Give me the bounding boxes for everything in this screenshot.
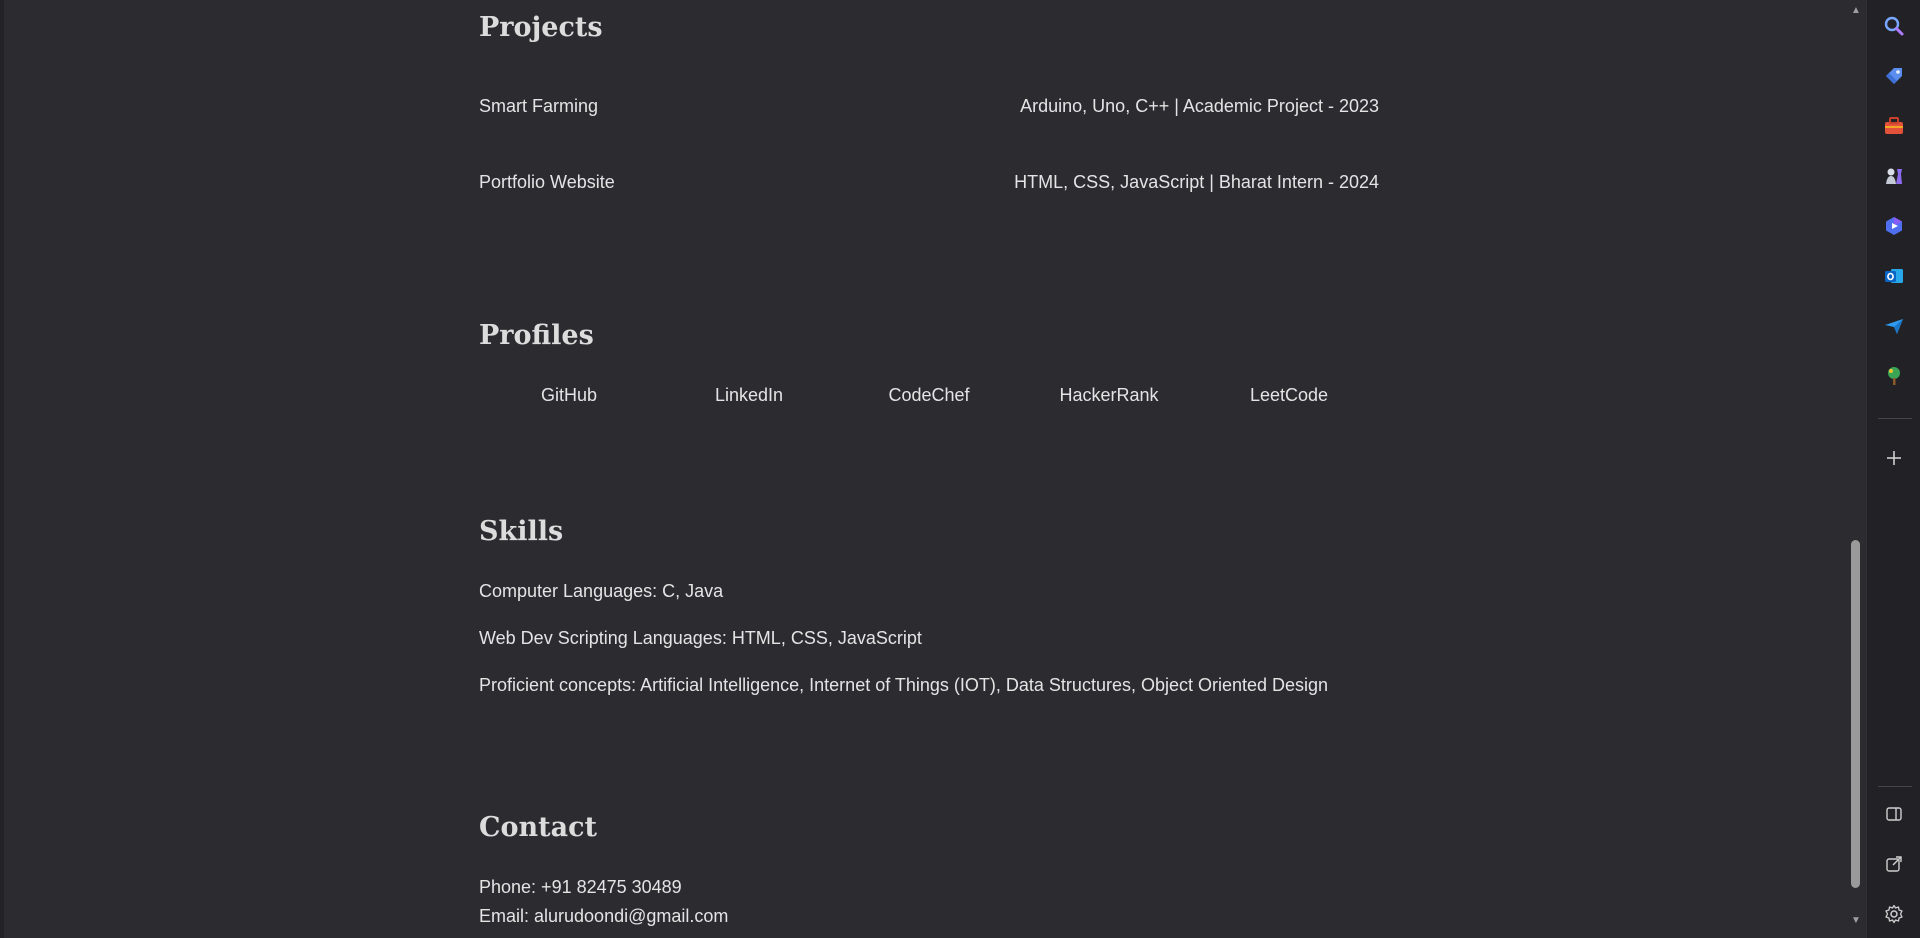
- profiles-heading: Profiles: [479, 320, 594, 351]
- project-details: Arduino, Uno, C++ | Academic Project - 2…: [1020, 96, 1379, 116]
- outlook-icon[interactable]: [1882, 264, 1906, 288]
- codechef-link[interactable]: CodeChef: [869, 385, 989, 406]
- contact-email[interactable]: Email: alurudoondi@gmail.com: [479, 906, 728, 927]
- page-content-area: Projects Smart Farming Arduino, Uno, C++…: [0, 0, 1846, 938]
- search-icon[interactable]: [1882, 14, 1906, 38]
- sidebar-divider: [1878, 786, 1912, 787]
- external-link-icon[interactable]: [1882, 852, 1906, 876]
- github-link[interactable]: GitHub: [509, 385, 629, 406]
- leetcode-link[interactable]: LeetCode: [1229, 385, 1349, 406]
- add-icon[interactable]: [1882, 446, 1906, 470]
- linkedin-link[interactable]: LinkedIn: [689, 385, 809, 406]
- project-row-smart-farming: Smart Farming Arduino, Uno, C++ | Academ…: [479, 96, 1379, 117]
- tools-briefcase-icon[interactable]: [1882, 114, 1906, 138]
- contact-phone: Phone: +91 82475 30489: [479, 877, 682, 897]
- hackerrank-link[interactable]: HackerRank: [1049, 385, 1169, 406]
- project-name: Smart Farming: [479, 96, 599, 116]
- sidebar-divider: [1878, 418, 1912, 419]
- skill-line: Computer Languages: C, Java: [479, 581, 724, 601]
- skill-line: Web Dev Scripting Languages: HTML, CSS, …: [479, 628, 922, 648]
- chess-games-icon[interactable]: [1882, 164, 1906, 188]
- project-row-portfolio-website: Portfolio Website HTML, CSS, JavaScript …: [479, 172, 1379, 193]
- skill-line: Proficient concepts: Artificial Intellig…: [479, 675, 1329, 695]
- skills-heading: Skills: [479, 516, 564, 547]
- send-drop-icon[interactable]: [1882, 314, 1906, 338]
- projects-heading: Projects: [479, 12, 603, 43]
- scroll-down-arrow-icon[interactable]: ▼: [1850, 915, 1862, 927]
- project-name: Portfolio Website: [479, 172, 615, 192]
- split-screen-icon[interactable]: [1882, 802, 1906, 826]
- profile-links: GitHub LinkedIn CodeChef HackerRank Leet…: [479, 385, 1379, 409]
- copilot-icon[interactable]: [1882, 214, 1906, 238]
- settings-gear-icon[interactable]: [1882, 902, 1906, 926]
- tree-icon[interactable]: [1882, 364, 1906, 388]
- scroll-up-arrow-icon[interactable]: ▲: [1850, 5, 1862, 17]
- shopping-tag-icon[interactable]: [1882, 64, 1906, 88]
- browser-sidebar: [1866, 0, 1920, 938]
- contact-heading: Contact: [479, 812, 598, 843]
- scroll-thumb[interactable]: [1851, 540, 1860, 888]
- project-details: HTML, CSS, JavaScript | Bharat Intern - …: [1014, 172, 1379, 192]
- vertical-scrollbar[interactable]: ▲ ▼: [1846, 0, 1866, 938]
